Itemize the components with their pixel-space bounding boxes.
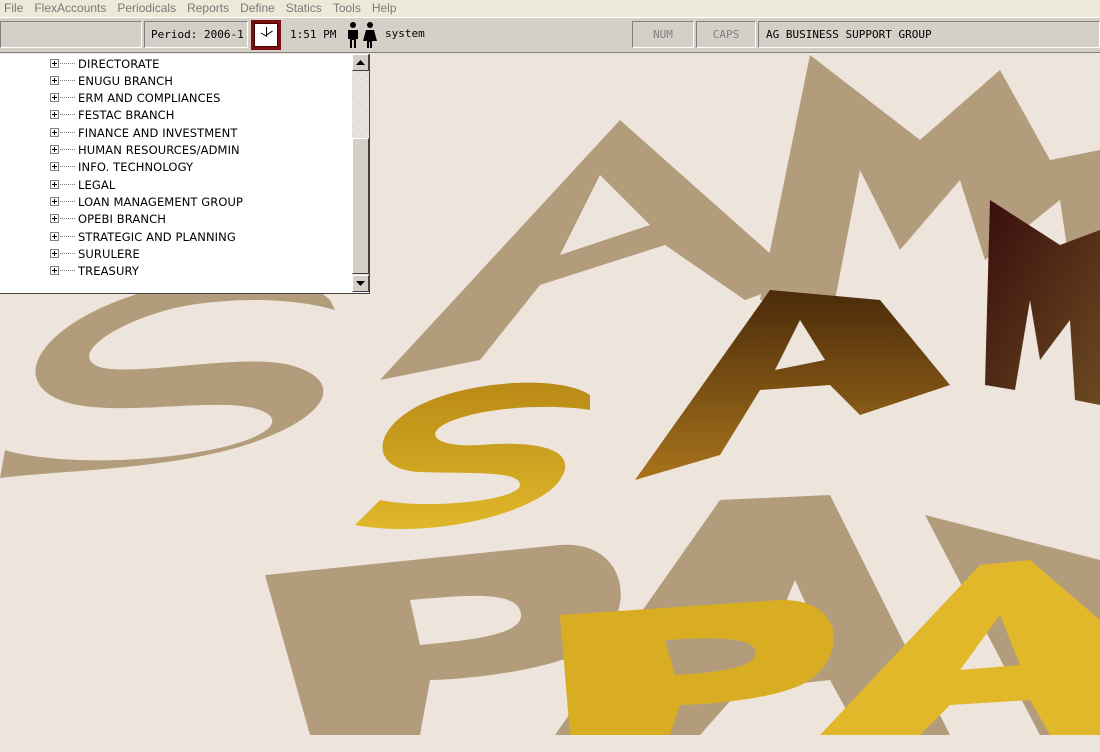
tree-expand-icon[interactable] <box>50 232 59 241</box>
tree-item-label: LEGAL <box>78 177 116 192</box>
tree-item-label: FINANCE AND INVESTMENT <box>78 125 238 140</box>
company-panel: AG BUSINESS SUPPORT GROUP <box>758 21 1100 48</box>
time-panel: 1:51 PM <box>284 21 344 48</box>
menu-define[interactable]: Define <box>235 1 281 16</box>
arrow-down-icon <box>356 281 365 286</box>
tree-expand-icon[interactable] <box>50 59 59 68</box>
tree-item[interactable]: LOAN MANAGEMENT GROUP <box>50 193 243 210</box>
tree-item[interactable]: INFO. TECHNOLOGY <box>50 158 193 175</box>
num-panel: NUM <box>632 21 694 48</box>
tree-item[interactable]: DIRECTORATE <box>50 55 160 72</box>
tree-item[interactable]: ERM AND COMPLIANCES <box>50 89 221 106</box>
tree-item[interactable]: LEGAL <box>50 176 115 193</box>
scroll-up-button[interactable] <box>352 54 369 71</box>
tree-item-label: ERM AND COMPLIANCES <box>78 90 221 105</box>
tree-expand-icon[interactable] <box>50 110 59 119</box>
tree-item[interactable]: ENUGU BRANCH <box>50 72 173 89</box>
tree-item[interactable]: TREASURY <box>50 262 139 279</box>
menu-tools[interactable]: Tools <box>328 1 367 16</box>
tree-item-label: STRATEGIC AND PLANNING <box>78 229 236 244</box>
status-panel-blank <box>0 21 142 48</box>
tree-expand-icon[interactable] <box>50 162 59 171</box>
period-panel: Period: 2006-1 <box>144 21 248 48</box>
num-indicator: NUM <box>653 28 673 41</box>
menu-bar: File FlexAccounts Periodicals Reports De… <box>0 0 1100 17</box>
scroll-thumb[interactable] <box>352 138 369 274</box>
menu-statics[interactable]: Statics <box>281 1 328 16</box>
tree-expand-icon[interactable] <box>50 197 59 206</box>
tree-item[interactable]: FESTAC BRANCH <box>50 106 175 123</box>
menu-flexaccounts[interactable]: FlexAccounts <box>29 1 112 16</box>
tree-expand-icon[interactable] <box>50 214 59 223</box>
arrow-up-icon <box>356 60 365 65</box>
status-bar: Period: 2006-1 1:51 PM system NUM CAPS A… <box>0 17 1100 53</box>
tree-item[interactable]: STRATEGIC AND PLANNING <box>50 228 236 245</box>
company-name: AG BUSINESS SUPPORT GROUP <box>766 28 932 41</box>
caps-indicator: CAPS <box>712 28 740 41</box>
tree-item[interactable]: OPEBI BRANCH <box>50 210 166 227</box>
tree-expand-icon[interactable] <box>50 180 59 189</box>
tree-expand-icon[interactable] <box>50 266 59 275</box>
tree-item-label: LOAN MANAGEMENT GROUP <box>78 194 244 209</box>
menu-periodicals[interactable]: Periodicals <box>112 1 182 16</box>
tree-item[interactable]: HUMAN RESOURCES/ADMIN <box>50 141 240 158</box>
tree-scrollbar[interactable] <box>352 54 369 292</box>
tree-item[interactable]: SURULERE <box>50 245 140 262</box>
tree-item-label: ENUGU BRANCH <box>78 73 174 88</box>
tree-expand-icon[interactable] <box>50 76 59 85</box>
menu-file[interactable]: File <box>0 1 29 16</box>
tree-item-label: SURULERE <box>78 246 140 261</box>
tree-item-label: INFO. TECHNOLOGY <box>78 159 194 174</box>
tree-item-label: HUMAN RESOURCES/ADMIN <box>78 142 240 157</box>
username-label: system <box>385 27 425 40</box>
period-label: Period: 2006-1 <box>151 28 244 41</box>
tree-expand-icon[interactable] <box>50 128 59 137</box>
tree-item-label: TREASURY <box>78 263 139 278</box>
users-icon <box>348 22 377 48</box>
department-tree: DIRECTORATE ENUGU BRANCH ERM AND COMPLIA… <box>0 54 352 292</box>
tree-expand-icon[interactable] <box>50 249 59 258</box>
tree-expand-icon[interactable] <box>50 93 59 102</box>
menu-reports[interactable]: Reports <box>182 1 235 16</box>
tree-item-label: DIRECTORATE <box>78 56 160 71</box>
time-label: 1:51 PM <box>290 28 337 41</box>
menu-help[interactable]: Help <box>367 1 403 16</box>
tree-expand-icon[interactable] <box>50 145 59 154</box>
caps-panel: CAPS <box>696 21 756 48</box>
tree-item-label: OPEBI BRANCH <box>78 211 166 226</box>
department-tree-panel: DIRECTORATE ENUGU BRANCH ERM AND COMPLIA… <box>0 54 370 294</box>
tree-item-label: FESTAC BRANCH <box>78 107 175 122</box>
scroll-down-button[interactable] <box>352 275 369 292</box>
clock-icon <box>251 20 281 50</box>
tree-item[interactable]: FINANCE AND INVESTMENT <box>50 124 237 141</box>
